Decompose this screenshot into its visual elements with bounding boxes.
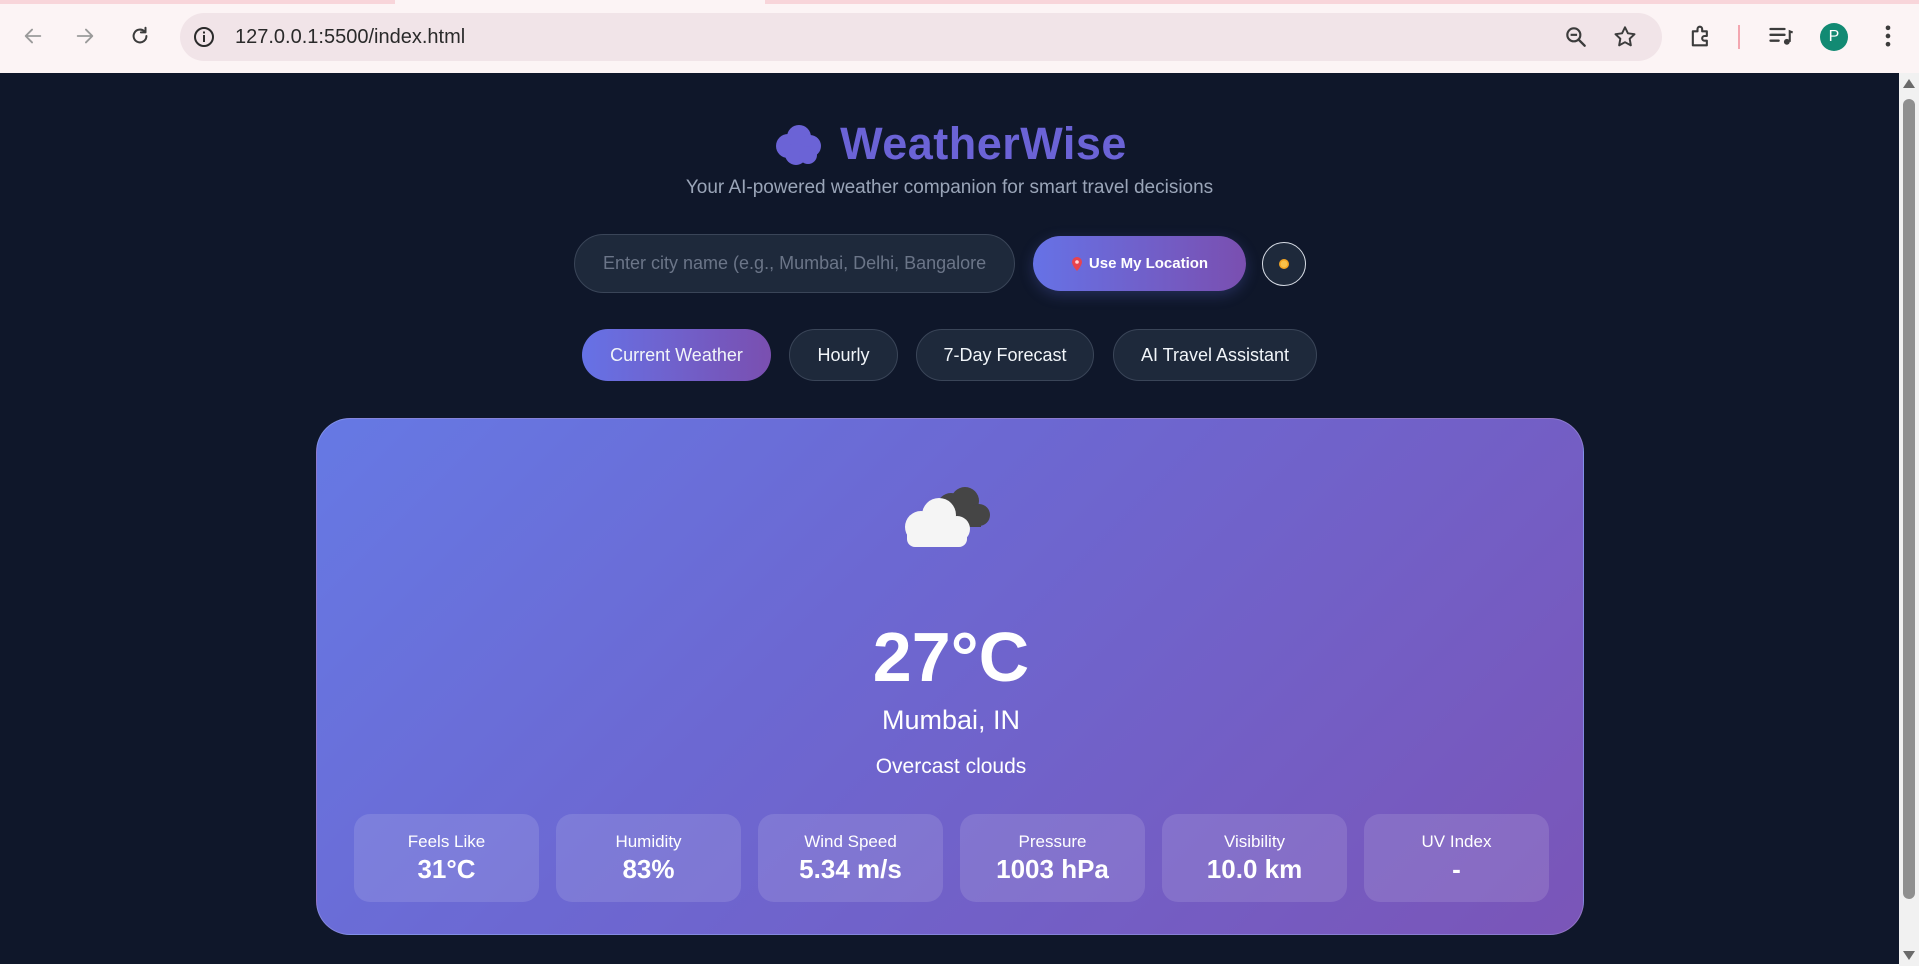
stat-wind-speed: Wind Speed 5.34 m/s [758, 814, 943, 902]
zoom-icon[interactable] [1563, 24, 1589, 50]
address-bar[interactable]: 127.0.0.1:5500/index.html [180, 13, 1662, 61]
tab-hourly[interactable]: Hourly [789, 329, 898, 381]
tab-7-day-forecast[interactable]: 7-Day Forecast [916, 329, 1094, 381]
scroll-up-arrow-icon[interactable] [1903, 79, 1915, 88]
stat-label: UV Index [1421, 832, 1492, 851]
stat-pressure: Pressure 1003 hPa [960, 814, 1145, 902]
weather-description: Overcast clouds [875, 755, 1027, 778]
stat-value: - [1452, 854, 1461, 884]
scroll-down-arrow-icon[interactable] [1903, 951, 1915, 960]
stat-value: 31°C [417, 854, 476, 884]
overcast-cloud-icon [905, 487, 990, 547]
stat-feels-like: Feels Like 31°C [354, 814, 539, 902]
current-temperature: 27°C [872, 618, 1030, 696]
stat-label: Pressure [1018, 832, 1087, 851]
sun-icon [1279, 259, 1289, 269]
stat-label: Humidity [615, 832, 682, 851]
forward-arrow-icon [76, 28, 94, 44]
cloud-logo-icon [776, 125, 822, 165]
stat-value: 5.34 m/s [799, 854, 902, 884]
forward-button[interactable] [67, 18, 103, 54]
media-queue-icon[interactable] [1767, 22, 1795, 50]
reload-button[interactable] [122, 18, 158, 54]
scrollbar-thumb[interactable] [1903, 99, 1915, 899]
back-button[interactable] [15, 18, 51, 54]
reload-icon [132, 26, 148, 44]
site-info-icon[interactable] [192, 25, 216, 49]
use-location-label: Use My Location [1088, 255, 1209, 272]
page-scrollbar[interactable] [1899, 73, 1919, 966]
app-tagline: Your AI-powered weather companion for sm… [685, 177, 1214, 198]
bookmark-star-icon[interactable] [1612, 24, 1638, 50]
theme-toggle-button[interactable] [1262, 242, 1306, 286]
current-location: Mumbai, IN [881, 705, 1021, 735]
profile-avatar[interactable]: P [1820, 23, 1848, 51]
stat-value: 1003 hPa [996, 854, 1109, 884]
stat-label: Wind Speed [804, 832, 897, 851]
back-arrow-icon [24, 28, 42, 44]
page-viewport: WeatherWise Your AI-powered weather comp… [0, 73, 1899, 964]
city-search-input[interactable] [574, 234, 1015, 293]
app-title: WeatherWise [840, 118, 1127, 169]
stat-humidity: Humidity 83% [556, 814, 741, 902]
browser-toolbar: 127.0.0.1:5500/index.html P [0, 0, 1919, 73]
toolbar-divider [1738, 25, 1740, 49]
use-location-button[interactable]: Use My Location [1033, 236, 1246, 291]
more-menu-icon[interactable] [1874, 22, 1902, 50]
stat-label: Feels Like [407, 832, 486, 851]
extensions-icon[interactable] [1687, 22, 1715, 50]
stat-value: 83% [622, 854, 675, 884]
current-weather-card: 27°C Mumbai, IN Overcast clouds Feels Li… [316, 418, 1584, 935]
stat-uv-index: UV Index - [1364, 814, 1549, 902]
app-header: WeatherWise [0, 118, 1899, 170]
tab-current-weather[interactable]: Current Weather [582, 329, 771, 381]
stat-visibility: Visibility 10.0 km [1162, 814, 1347, 902]
location-pin-icon [1071, 256, 1082, 271]
address-url[interactable]: 127.0.0.1:5500/index.html [235, 26, 465, 49]
stat-value: 10.0 km [1206, 854, 1303, 884]
active-tab-edge [395, 0, 765, 4]
stat-label: Visibility [1223, 832, 1286, 851]
tab-strip-edge [0, 0, 1919, 4]
tab-ai-travel-assistant[interactable]: AI Travel Assistant [1113, 329, 1317, 381]
